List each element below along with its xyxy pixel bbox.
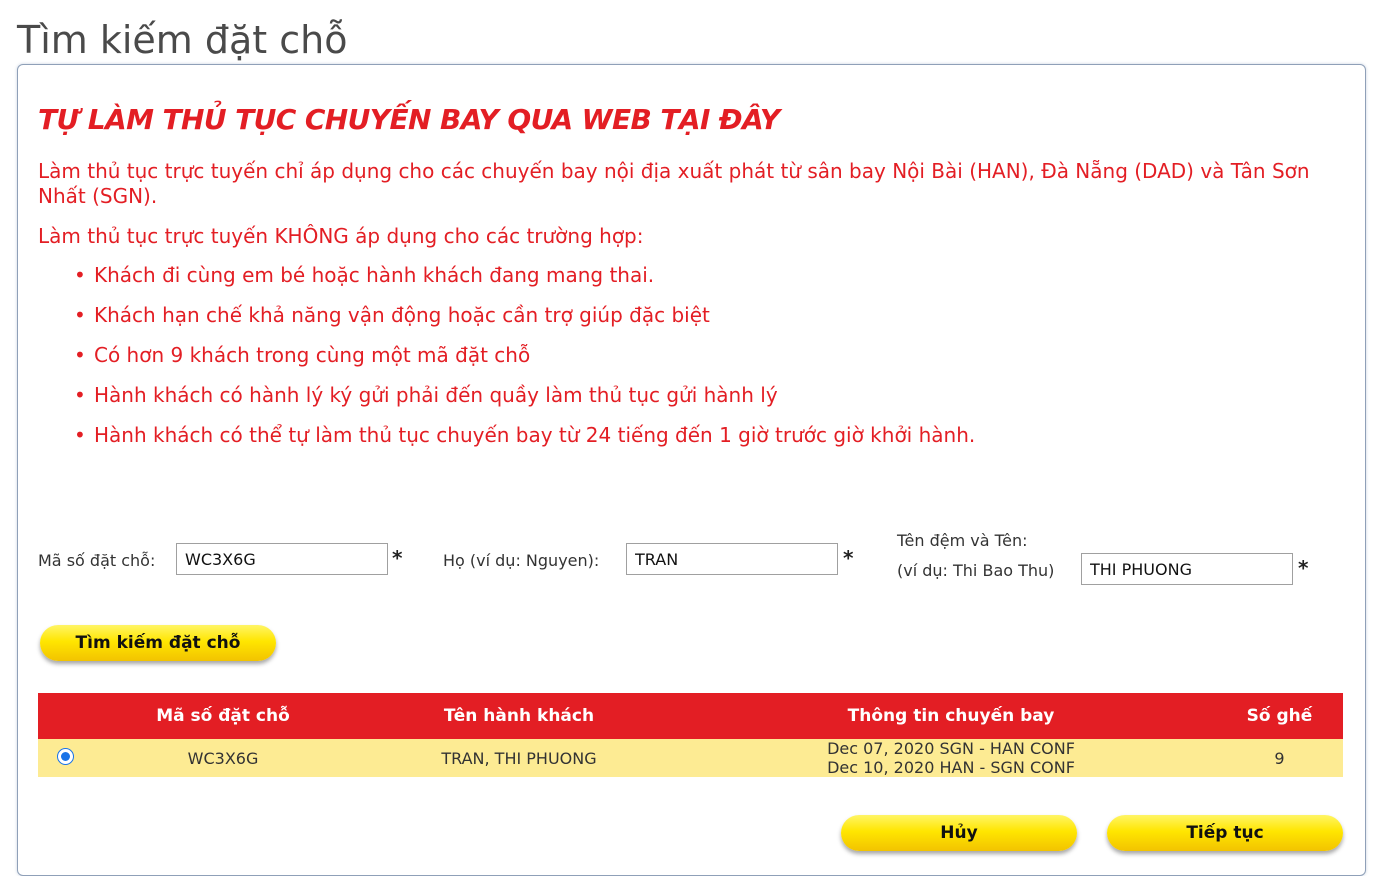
first-name-label: Tên đệm và Tên: [897,531,1028,550]
bullet-icon: • [74,263,86,287]
last-name-input[interactable] [626,543,838,575]
not-applicable-text: Làm thủ tục trực tuyến KHÔNG áp dụng cho… [38,224,644,248]
seat-count-cell: 9 [1216,739,1343,777]
table-row[interactable]: WC3X6G TRAN, THI PHUONG Dec 07, 2020 SGN… [38,739,1343,777]
rule-item: • Khách đi cùng em bé hoặc hành khách đan… [74,263,655,287]
rule-item: • Khách hạn chế khả năng vận động hoặc cầ… [74,303,710,327]
first-name-input[interactable] [1081,553,1293,585]
rules-list: • Khách đi cùng em bé hoặc hành khách đan… [74,263,975,463]
bullet-icon: • [74,303,86,327]
row-select-cell[interactable] [38,739,94,777]
search-booking-button[interactable]: Tìm kiếm đặt chỗ [40,625,276,661]
select-column-header [38,693,94,739]
booking-code-cell: WC3X6G [94,739,352,777]
checkin-heading: TỰ LÀM THỦ TỤC CHUYẾN BAY QUA WEB TẠI ĐÂ… [38,103,780,136]
rule-item: • Hành khách có thể tự làm thủ tục chuyến… [74,423,976,447]
passenger-name-cell: TRAN, THI PHUONG [352,739,686,777]
first-name-example: (ví dụ: Thi Bao Thu) [897,561,1055,580]
continue-button[interactable]: Tiếp tục [1107,815,1343,851]
bullet-icon: • [74,343,86,367]
page-title: Tìm kiếm đặt chỗ [17,18,348,62]
table-header-row: Mã số đặt chỗ Tên hành khách Thông tin c… [38,693,1343,739]
bullet-icon: • [74,423,86,447]
column-header: Thông tin chuyến bay [686,693,1216,739]
intro-text: Làm thủ tục trực tuyến chỉ áp dụng cho c… [38,159,1310,208]
column-header: Mã số đặt chỗ [94,693,352,739]
row-select-radio[interactable] [57,747,74,765]
column-header: Số ghế [1216,693,1343,739]
bullet-icon: • [74,383,86,407]
required-mark: * [843,546,854,570]
flight-segment: Dec 10, 2020 HAN - SGN CONF [827,758,1075,777]
required-mark: * [392,546,403,570]
flight-segment: Dec 07, 2020 SGN - HAN CONF [827,739,1075,758]
cancel-button[interactable]: Hủy [841,815,1077,851]
checkin-panel: TỰ LÀM THỦ TỤC CHUYẾN BAY QUA WEB TẠI ĐÂ… [17,64,1366,876]
flight-info-cell: Dec 07, 2020 SGN - HAN CONF Dec 10, 2020… [686,739,1216,777]
rule-item: • Có hơn 9 khách trong cùng một mã đặt ch… [74,343,531,367]
rule-item: • Hành khách có hành lý ký gửi phải đến q… [74,383,778,407]
required-mark: * [1298,556,1309,580]
last-name-label: Họ (ví dụ: Nguyen): [443,551,600,570]
booking-results-table: Mã số đặt chỗ Tên hành khách Thông tin c… [38,693,1343,777]
booking-code-label: Mã số đặt chỗ: [38,551,156,570]
booking-code-input[interactable] [176,543,388,575]
column-header: Tên hành khách [352,693,686,739]
